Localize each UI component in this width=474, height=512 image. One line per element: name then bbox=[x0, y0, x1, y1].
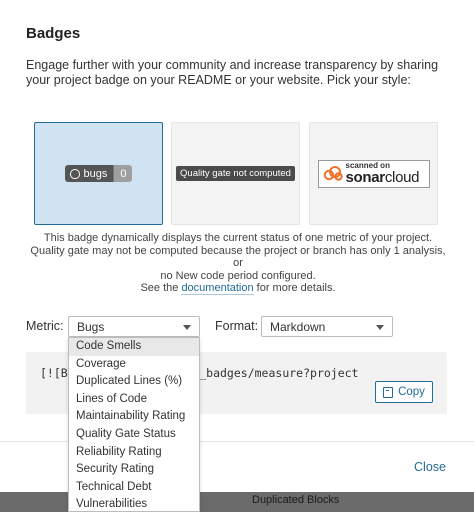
quality-gate-badge-preview: Quality gate not computed bbox=[176, 166, 295, 181]
badge-option-metric[interactable]: bugs 0 bbox=[34, 122, 163, 225]
dropdown-option[interactable]: Coverage bbox=[69, 356, 199, 374]
format-label: Format: bbox=[215, 319, 259, 333]
dropdown-option[interactable]: Reliability Rating bbox=[69, 444, 199, 462]
metric-select[interactable]: Bugs bbox=[68, 316, 200, 337]
copy-button[interactable]: Copy bbox=[375, 381, 433, 403]
bugs-badge-label: bugs bbox=[83, 167, 108, 180]
backdrop-duplicated-blocks: Duplicated Blocks bbox=[252, 494, 340, 506]
dropdown-option[interactable]: Quality Gate Status bbox=[69, 426, 199, 444]
bugs-badge-preview: bugs 0 bbox=[64, 165, 133, 182]
dropdown-option[interactable]: Code Smells bbox=[69, 338, 199, 356]
dropdown-option[interactable]: Lines of Code bbox=[69, 391, 199, 409]
dropdown-option[interactable]: Vulnerabilities bbox=[69, 496, 199, 511]
intro-text: Engage further with your community and i… bbox=[26, 58, 439, 87]
format-select[interactable]: Markdown bbox=[261, 316, 393, 337]
documentation-link[interactable]: documentation bbox=[181, 282, 254, 295]
modal-title: Badges bbox=[26, 25, 81, 42]
bug-icon bbox=[69, 168, 80, 179]
sonarcloud-wordmark: sonarcloud bbox=[345, 169, 420, 186]
chevron-down-icon bbox=[183, 325, 191, 330]
metric-label: Metric: bbox=[26, 319, 64, 333]
metric-dropdown-menu: Code Smells Coverage Duplicated Lines (%… bbox=[68, 337, 200, 512]
copy-icon bbox=[383, 386, 394, 398]
dropdown-option[interactable]: Security Rating bbox=[69, 461, 199, 479]
close-button[interactable]: Close bbox=[414, 460, 446, 474]
badge-option-quality-gate[interactable]: Quality gate not computed bbox=[171, 122, 300, 225]
dropdown-option[interactable]: Duplicated Lines (%) bbox=[69, 373, 199, 391]
chevron-down-icon bbox=[376, 325, 384, 330]
badge-option-scanned-on[interactable]: scanned on sonarcloud bbox=[309, 122, 438, 225]
dropdown-option[interactable]: Maintainability Rating bbox=[69, 408, 199, 426]
bugs-badge-value: 0 bbox=[120, 167, 127, 180]
dropdown-option[interactable]: Technical Debt bbox=[69, 479, 199, 497]
badge-description: This badge dynamically displays the curr… bbox=[30, 232, 446, 295]
badge-options-row: Metric: Bugs Format: Markdown bbox=[26, 316, 456, 338]
sonarcloud-logo-icon bbox=[323, 165, 343, 181]
badge-style-options: bugs 0 Quality gate not computed scanned… bbox=[34, 122, 438, 226]
scanned-on-badge-preview: scanned on sonarcloud bbox=[317, 159, 430, 188]
